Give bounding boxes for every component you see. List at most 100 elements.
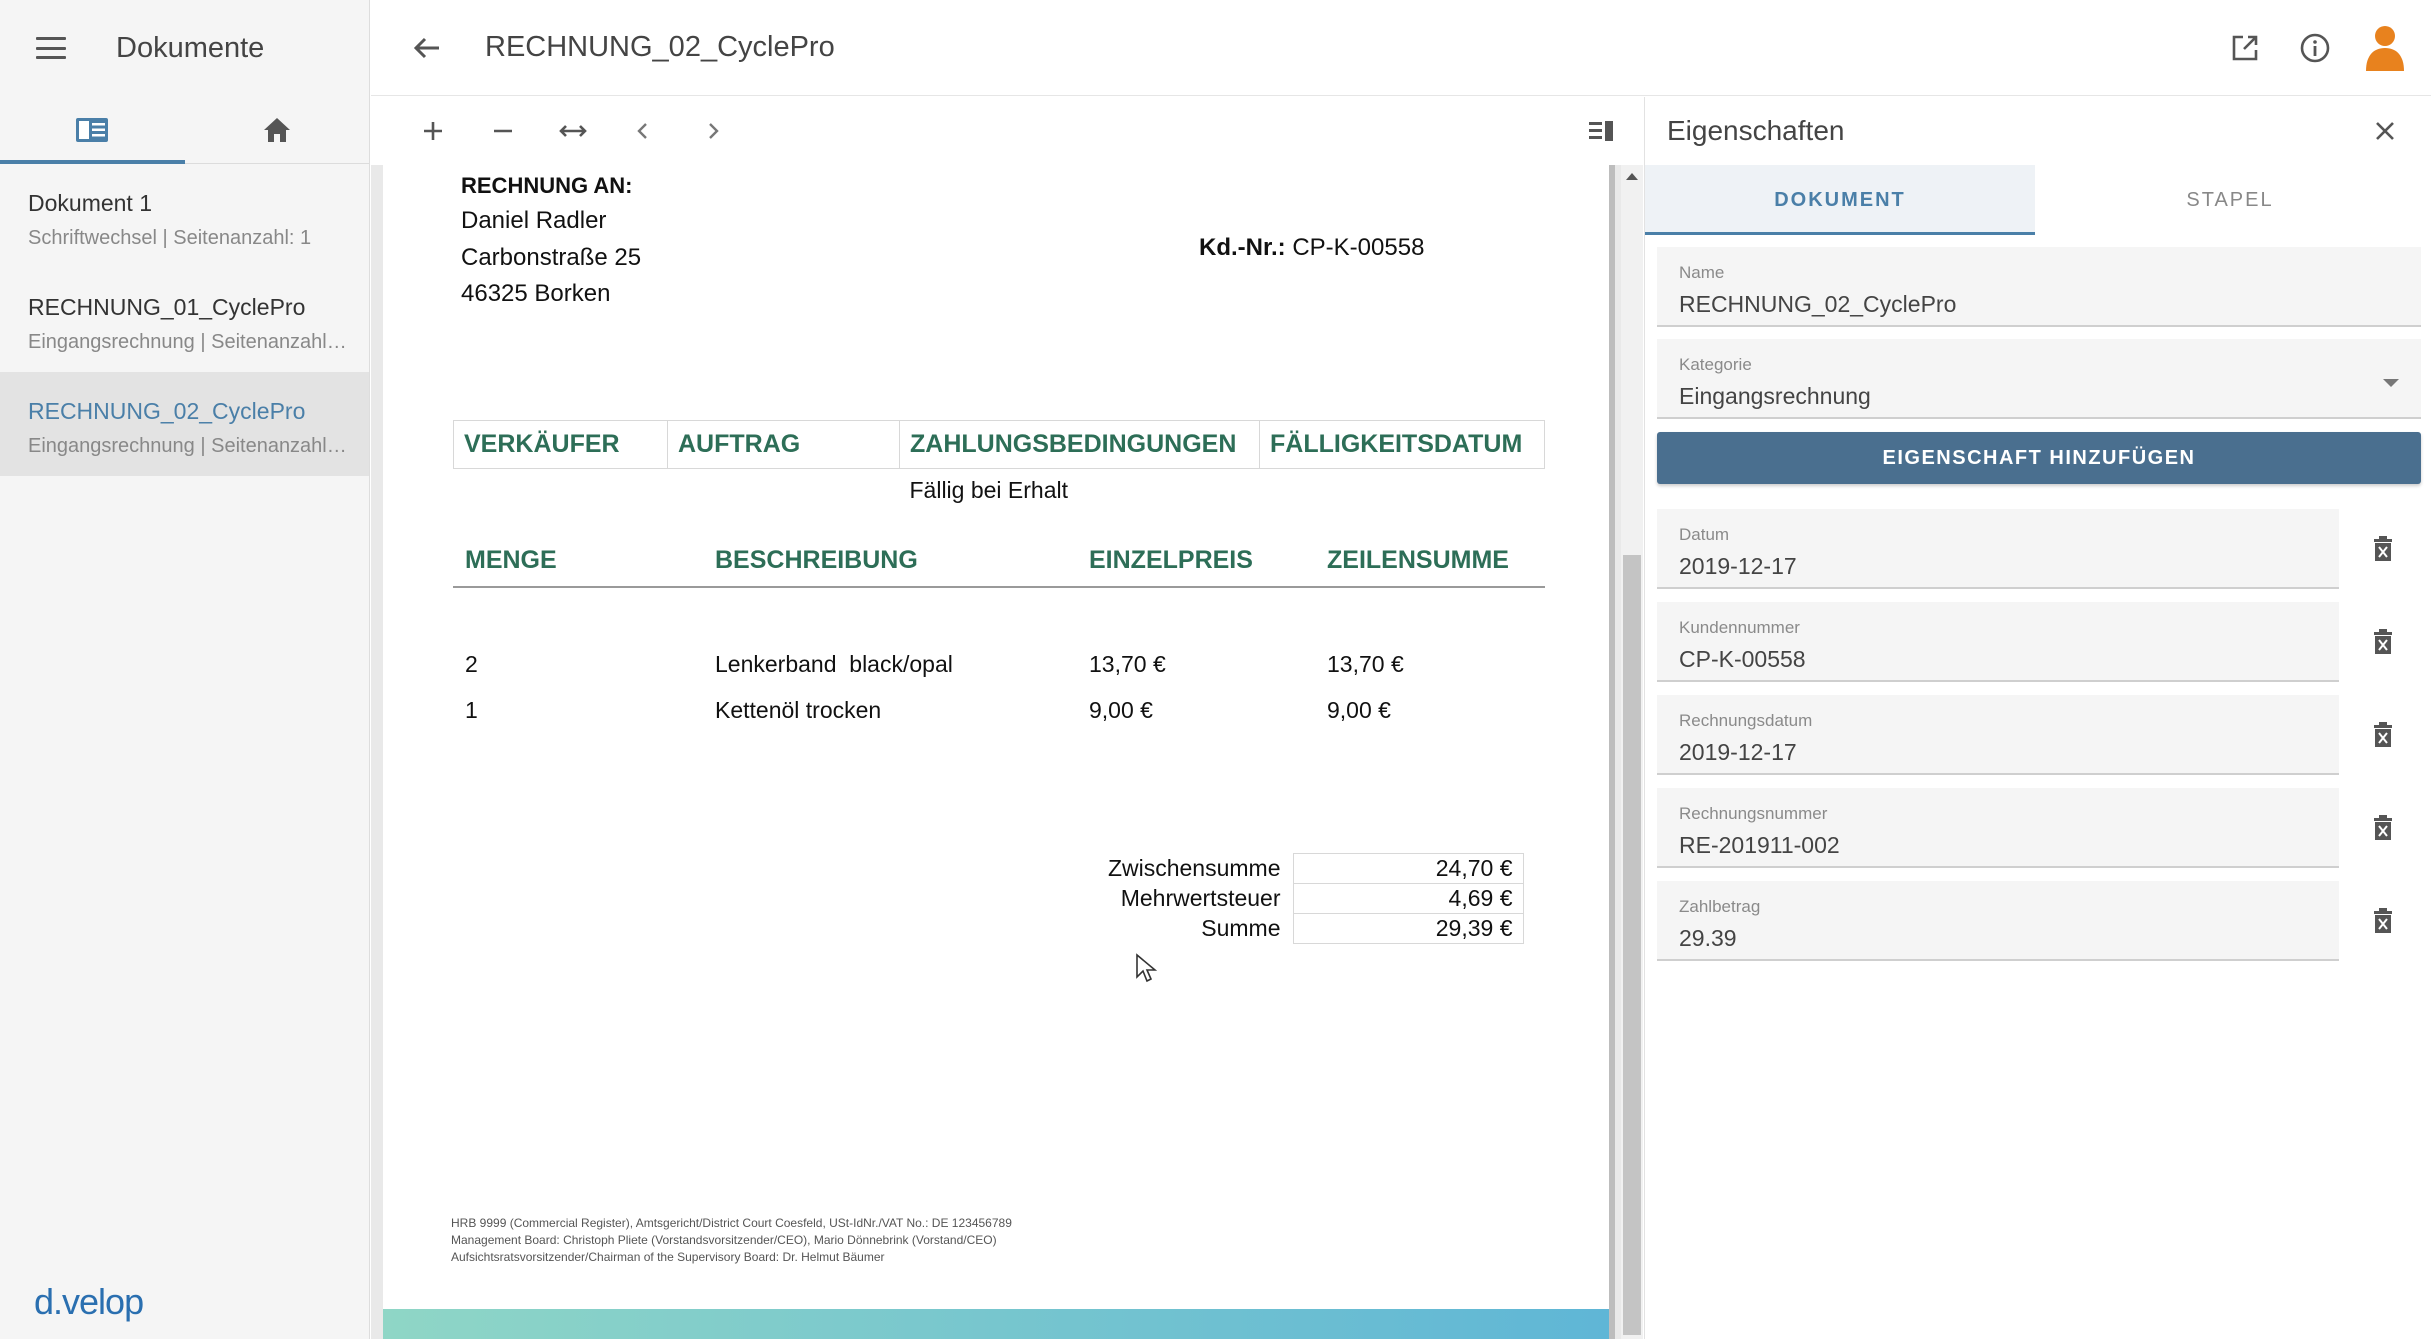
property-field-zahlbetrag[interactable]: Zahlbetrag 29.39 <box>1657 881 2339 961</box>
column-header: EINZELPREIS <box>1077 535 1315 588</box>
close-icon <box>2376 122 2394 140</box>
table-header-row: VERKÄUFER AUFTRAG ZAHLUNGSBEDINGUNGEN FÄ… <box>453 420 1545 469</box>
customer-number-label: Kd.-Nr.: <box>1199 234 1286 261</box>
delete-icon <box>2374 908 2392 933</box>
document-list-icon <box>76 117 109 142</box>
property-field-kundennummer[interactable]: Kundennummer CP-K-00558 <box>1657 602 2339 682</box>
table-spacer <box>453 587 1545 641</box>
delete-icon <box>2374 815 2392 840</box>
scroll-up-arrow[interactable] <box>1626 173 1638 180</box>
bill-to-label: RECHNUNG AN: <box>461 173 633 198</box>
scrollbar-thumb[interactable] <box>1623 555 1641 1335</box>
table-header-row: MENGE BESCHREIBUNG EINZELPREIS ZEILENSUM… <box>453 535 1545 588</box>
document-meta: Eingangsrechnung | Seitenanzahl: 1 <box>28 435 348 457</box>
back-button[interactable] <box>407 28 447 68</box>
field-label: Datum <box>1679 525 1730 544</box>
footer-line: Management Board: Christoph Pliete (Vors… <box>451 1233 997 1247</box>
dropdown-arrow-icon <box>2383 379 2399 387</box>
field-label: Kundennummer <box>1679 618 1800 637</box>
sidebar-header: Dokumente <box>0 0 369 96</box>
name-field[interactable]: Name RECHNUNG_02_CyclePro <box>1657 247 2421 327</box>
delete-property-button[interactable] <box>2363 622 2403 662</box>
tab-documents[interactable] <box>0 96 185 164</box>
document-page: RECHNUNG AN: Daniel Radler Carbonstraße … <box>383 165 1615 1339</box>
item-quantity: 2 <box>465 650 478 677</box>
customer-number: Kd.-Nr.: CP-K-00558 <box>1199 234 1424 262</box>
property-field-rechnungsnummer[interactable]: Rechnungsnummer RE-201911-002 <box>1657 788 2339 868</box>
open-external-button[interactable] <box>2221 24 2269 72</box>
field-label: Zahlbetrag <box>1679 897 1761 916</box>
viewer-scrollbar[interactable] <box>1621 165 1643 1339</box>
table-row: 2 Lenkerband black/opal 13,70 € 13,70 € <box>453 641 1545 687</box>
delete-icon <box>2374 536 2392 561</box>
table-row: Zwischensumme 24,70 € <box>1083 853 1524 884</box>
address-line: Carbonstraße 25 <box>461 244 642 271</box>
close-button[interactable] <box>2365 111 2405 151</box>
info-icon <box>2300 33 2330 63</box>
sidebar: Dokumente Dokument 1 Schriftwechsel | Se… <box>0 0 370 1339</box>
column-header: MENGE <box>453 535 703 588</box>
delete-property-button[interactable] <box>2363 715 2403 755</box>
invoice-meta-table: VERKÄUFER AUFTRAG ZAHLUNGSBEDINGUNGEN FÄ… <box>453 420 1545 513</box>
sidebar-tabs <box>0 96 369 164</box>
delete-property-button[interactable] <box>2363 901 2403 941</box>
column-header: BESCHREIBUNG <box>703 535 1077 588</box>
zoom-out-button[interactable] <box>483 111 523 151</box>
tab-stapel[interactable]: STAPEL <box>2035 165 2425 235</box>
subtotal-value: 24,70 € <box>1292 853 1524 884</box>
delete-property-button[interactable] <box>2363 808 2403 848</box>
page-title: RECHNUNG_02_CyclePro <box>485 31 835 63</box>
item-line-total: 9,00 € <box>1327 696 1391 723</box>
tab-dokument[interactable]: DOKUMENT <box>1645 165 2035 235</box>
toggle-panel-button[interactable] <box>1581 111 1621 151</box>
footer-line: HRB 9999 (Commercial Register), Amtsgeri… <box>451 1216 1012 1230</box>
table-cell <box>454 469 668 513</box>
field-value: CP-K-00558 <box>1679 646 1806 672</box>
column-header: ZEILENSUMME <box>1315 535 1545 588</box>
previous-page-button[interactable] <box>623 111 663 151</box>
delete-property-button[interactable] <box>2363 529 2403 569</box>
totals-table: Zwischensumme 24,70 € Mehrwertsteuer 4,6… <box>1083 853 1524 944</box>
document-meta: Eingangsrechnung | Seitenanzahl: 1 <box>28 331 348 353</box>
add-property-button[interactable]: EIGENSCHAFT HINZUFÜGEN <box>1657 432 2421 484</box>
fit-width-button[interactable] <box>553 111 593 151</box>
item-description: Lenkerband black/opal <box>715 650 953 677</box>
address-line: 46325 Borken <box>461 280 611 307</box>
total-value: 29,39 € <box>1292 913 1524 944</box>
list-item[interactable]: RECHNUNG_01_CyclePro Eingangsrechnung | … <box>0 268 369 372</box>
document-list: Dokument 1 Schriftwechsel | Seitenanzahl… <box>0 164 369 476</box>
list-item[interactable]: Dokument 1 Schriftwechsel | Seitenanzahl… <box>0 164 369 268</box>
document-meta: Schriftwechsel | Seitenanzahl: 1 <box>28 227 312 249</box>
column-header: ZAHLUNGSBEDINGUNGEN <box>899 420 1260 469</box>
open-external-icon <box>2232 35 2258 61</box>
property-field-datum[interactable]: Datum 2019-12-17 <box>1657 509 2339 589</box>
table-row: Summe 29,39 € <box>1083 913 1524 944</box>
properties-tabs: DOKUMENT STAPEL <box>1645 165 2431 235</box>
field-value: 2019-12-17 <box>1679 739 1797 765</box>
home-icon <box>263 117 290 142</box>
table-row: Mehrwertsteuer 4,69 € <box>1083 883 1524 914</box>
document-name: RECHNUNG_01_CyclePro <box>28 294 306 320</box>
customer-number-value: CP-K-00558 <box>1292 234 1425 261</box>
field-value: 29.39 <box>1679 925 1737 951</box>
property-field-rechnungsdatum[interactable]: Rechnungsdatum 2019-12-17 <box>1657 695 2339 775</box>
vat-label: Mehrwertsteuer <box>1120 885 1281 911</box>
field-label: Kategorie <box>1679 355 1752 374</box>
fit-width-icon <box>559 125 587 137</box>
category-select[interactable]: Kategorie Eingangsrechnung <box>1657 339 2421 419</box>
user-avatar-button[interactable] <box>2361 24 2409 72</box>
delete-icon <box>2374 722 2392 747</box>
info-button[interactable] <box>2291 24 2339 72</box>
table-row: Fällig bei Erhalt <box>454 469 1545 513</box>
toggle-panel-icon <box>1589 121 1613 141</box>
zoom-in-button[interactable] <box>413 111 453 151</box>
list-item[interactable]: RECHNUNG_02_CyclePro Eingangsrechnung | … <box>0 372 369 476</box>
line-items-table: MENGE BESCHREIBUNG EINZELPREIS ZEILENSUM… <box>453 535 1545 733</box>
tab-home[interactable] <box>185 96 370 163</box>
address-line: Daniel Radler <box>461 207 607 234</box>
field-value: Eingangsrechnung <box>1679 383 1871 409</box>
delete-icon <box>2374 629 2392 654</box>
next-page-button[interactable] <box>693 111 733 151</box>
column-header: VERKÄUFER <box>453 420 668 469</box>
hamburger-menu-icon[interactable] <box>36 37 66 59</box>
